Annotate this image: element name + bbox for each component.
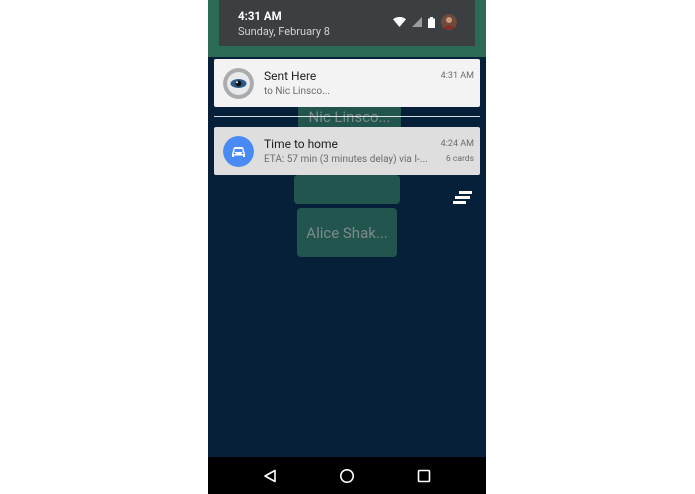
contact-card[interactable] [294,175,400,204]
status-date: Sunday, February 8 [238,25,330,38]
phone-screen: Nic Linsco... Alice Shak... 4:31 AM Sund… [208,0,486,494]
home-icon [340,469,354,483]
notification-card-count: 6 cards [446,154,474,164]
notification-time-to-home[interactable]: Time to home ETA: 57 min (3 minutes dela… [214,127,480,175]
back-icon [264,469,276,483]
notification-title: Sent Here [264,69,317,83]
contact-card-label: Nic Linsco... [308,108,391,126]
navigation-bar [208,457,486,494]
back-button[interactable] [260,466,280,486]
menu-lines-icon[interactable] [453,191,473,205]
notification-title: Time to home [264,137,338,151]
disc-eye-icon [223,68,254,99]
notification-sent-here[interactable]: Sent Here to Nic Linsco... 4:31 AM [214,59,480,107]
status-icons [393,14,457,30]
notification-subtitle: ETA: 57 min (3 minutes delay) via I-... [264,154,428,165]
home-button[interactable] [337,466,357,486]
avatar[interactable] [441,14,457,30]
signal-icon [412,17,422,27]
battery-icon [428,16,435,28]
notification-time: 4:24 AM [440,139,474,149]
divider [214,116,480,117]
wifi-icon [393,17,406,27]
status-time: 4:31 AM [238,9,282,23]
notification-subtitle: to Nic Linsco... [264,86,330,97]
notification-shade-header[interactable]: 4:31 AM Sunday, February 8 [219,0,475,46]
contact-card-label: Alice Shak... [306,223,388,242]
recents-icon [417,469,431,483]
notification-time: 4:31 AM [440,71,474,81]
recents-button[interactable] [414,466,434,486]
car-icon [223,136,254,167]
contact-card[interactable]: Alice Shak... [297,208,397,257]
